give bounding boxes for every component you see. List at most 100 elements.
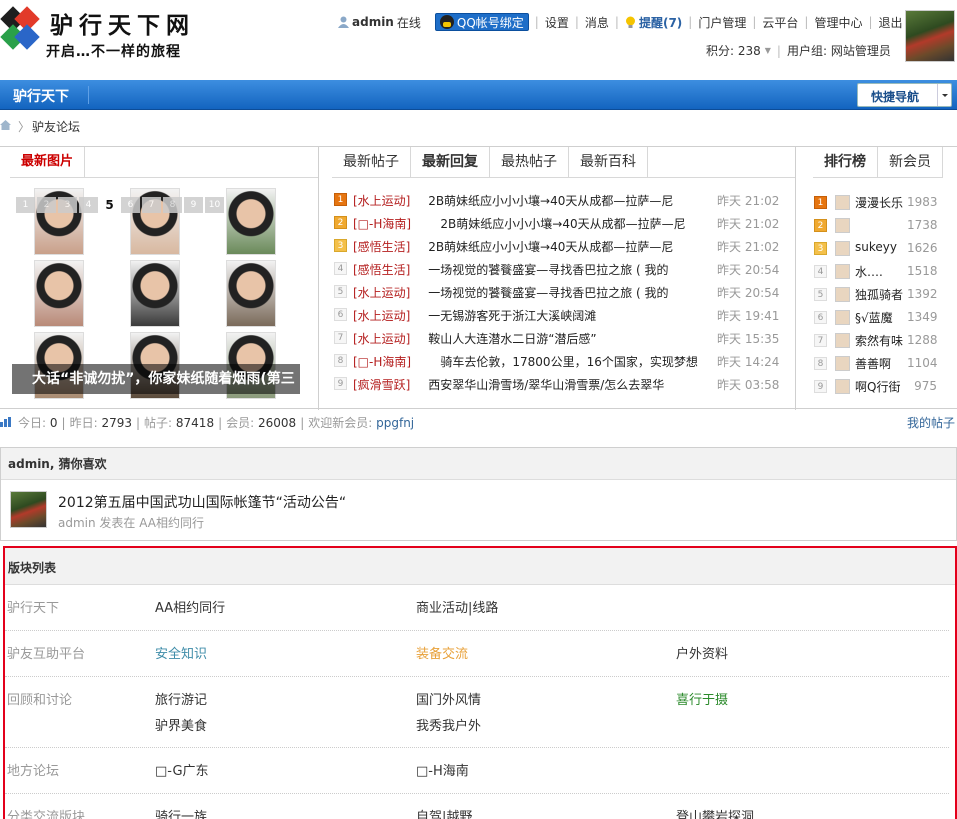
newest-member-link[interactable]: ppgfnj bbox=[376, 416, 414, 430]
tab-thread-2[interactable]: 最热帖子 bbox=[490, 147, 569, 177]
breadcrumb-current[interactable]: 驴友论坛 bbox=[32, 118, 80, 135]
thread-category[interactable]: [感悟生活] bbox=[353, 261, 410, 278]
ranking-row[interactable]: 4 水…. 1518 bbox=[814, 260, 954, 283]
home-icon[interactable] bbox=[0, 120, 11, 130]
tab-thread-0[interactable]: 最新帖子 bbox=[332, 147, 411, 177]
member-avatar[interactable] bbox=[835, 241, 850, 256]
thread-row[interactable]: 1 [水上运动] 2B萌妹纸应小小小壤→40天从成都—拉萨—尼 昨天 21:02 bbox=[334, 189, 784, 212]
pager-item[interactable]: 5 bbox=[100, 197, 119, 213]
member-avatar[interactable] bbox=[835, 218, 850, 233]
tab-ranking[interactable]: 排行榜 bbox=[813, 147, 878, 177]
member-name[interactable]: 水…. bbox=[855, 263, 907, 280]
ranking-row[interactable]: 2 1738 bbox=[814, 214, 954, 237]
member-avatar[interactable] bbox=[835, 310, 850, 325]
pager-item[interactable]: 1 bbox=[16, 197, 35, 213]
photo-thumbnail[interactable] bbox=[226, 260, 276, 327]
tab-latest-pictures[interactable]: 最新图片 bbox=[10, 147, 86, 177]
tab-new-members[interactable]: 新会员 bbox=[878, 147, 943, 177]
pager-item[interactable]: 9 bbox=[184, 197, 203, 213]
quick-nav-button[interactable]: 快捷导航 bbox=[857, 83, 952, 107]
portal-admin-link[interactable]: 门户管理 bbox=[698, 14, 746, 31]
member-name[interactable]: 啊Q行街 bbox=[855, 378, 907, 395]
forum-link[interactable]: 装备交流 bbox=[416, 643, 468, 662]
member-name[interactable]: 索然有味 bbox=[855, 332, 907, 349]
thread-category[interactable]: [水上运动] bbox=[353, 330, 410, 347]
forum-link[interactable]: 驴界美食 bbox=[155, 715, 207, 734]
thread-category[interactable]: [□-H海南] bbox=[353, 353, 411, 370]
my-posts-link[interactable]: 我的帖子 bbox=[907, 414, 955, 431]
pager-item[interactable]: 10 bbox=[205, 197, 224, 213]
forum-category-name[interactable]: 地方论坛 bbox=[7, 760, 59, 779]
forum-category-name[interactable]: 驴行天下 bbox=[7, 597, 59, 616]
member-avatar[interactable] bbox=[835, 356, 850, 371]
member-avatar[interactable] bbox=[835, 287, 850, 302]
member-avatar[interactable] bbox=[835, 195, 850, 210]
forum-link[interactable]: 国门外风情 bbox=[416, 689, 481, 708]
photo-thumbnail[interactable] bbox=[226, 188, 276, 255]
pager-item[interactable]: 3 bbox=[58, 197, 77, 213]
member-name[interactable]: 独孤骑者 bbox=[855, 286, 907, 303]
photo-thumbnail[interactable] bbox=[130, 260, 180, 327]
thread-row[interactable]: 5 [水上运动] 一场视觉的饕餮盛宴—寻找香巴拉之旅 ( 我的 昨天 20:54 bbox=[334, 281, 784, 304]
thread-row[interactable]: 3 [感悟生活] 2B萌妹纸应小小小壤→40天从成都—拉萨—尼 昨天 21:02 bbox=[334, 235, 784, 258]
tab-thread-3[interactable]: 最新百科 bbox=[569, 147, 648, 177]
forum-category-name[interactable]: 分类交流版块 bbox=[7, 806, 85, 819]
messages-link[interactable]: 消息 bbox=[585, 14, 609, 31]
forum-link[interactable]: 安全知识 bbox=[155, 643, 207, 662]
ranking-row[interactable]: 3 sukeyy 1626 bbox=[814, 237, 954, 260]
forum-link[interactable]: 我秀我户外 bbox=[416, 715, 481, 734]
forum-link[interactable]: 旅行游记 bbox=[155, 689, 207, 708]
thread-row[interactable]: 9 [疯滑雪跃] 西安翠华山滑雪场/翠华山滑雪票/怎么去翠华 昨天 03:58 bbox=[334, 373, 784, 396]
user-avatar[interactable] bbox=[905, 10, 955, 62]
thread-category[interactable]: [□-H海南] bbox=[353, 215, 411, 232]
forum-category-name[interactable]: 回顾和讨论 bbox=[7, 689, 72, 708]
username-link[interactable]: admin bbox=[352, 15, 394, 29]
ranking-row[interactable]: 1 漫漫长乐 1983 bbox=[814, 191, 954, 214]
thread-title[interactable]: 鞍山人大连潜水二日游“潜后感” bbox=[428, 330, 713, 347]
usergroup-link[interactable]: 用户组: 网站管理员 bbox=[787, 42, 891, 59]
thread-category[interactable]: [水上运动] bbox=[353, 192, 410, 209]
thread-category[interactable]: [感悟生活] bbox=[353, 238, 410, 255]
forum-link[interactable]: □-H海南 bbox=[416, 760, 469, 779]
thread-title[interactable]: 西安翠华山滑雪场/翠华山滑雪票/怎么去翠华 bbox=[428, 376, 713, 393]
forum-link[interactable]: AA相约同行 bbox=[155, 597, 225, 616]
pager-item[interactable]: 4 bbox=[79, 197, 98, 213]
thread-row[interactable]: 2 [□-H海南] 2B萌妹纸应小小小壤→40天从成都—拉萨—尼 昨天 21:02 bbox=[334, 212, 784, 235]
admin-center-link[interactable]: 管理中心 bbox=[814, 14, 862, 31]
settings-link[interactable]: 设置 bbox=[545, 14, 569, 31]
thread-title[interactable]: 一场视觉的饕餮盛宴—寻找香巴拉之旅 ( 我的 bbox=[428, 261, 713, 278]
thread-title[interactable]: 2B萌妹纸应小小小壤→40天从成都—拉萨—尼 bbox=[428, 238, 713, 255]
thread-row[interactable]: 7 [水上运动] 鞍山人大连潜水二日游“潜后感” 昨天 15:35 bbox=[334, 327, 784, 350]
site-brand[interactable]: 驴行天下网 bbox=[50, 6, 195, 40]
pager-item[interactable]: 7 bbox=[142, 197, 161, 213]
chevron-down-icon[interactable]: ▼ bbox=[765, 46, 771, 55]
member-avatar[interactable] bbox=[835, 333, 850, 348]
thread-category[interactable]: [疯滑雪跃] bbox=[353, 376, 410, 393]
thread-title[interactable]: 2B萌妹纸应小小小壤→40天从成都—拉萨—尼 bbox=[440, 215, 713, 232]
thread-title[interactable]: 一场视觉的饕餮盛宴—寻找香巴拉之旅 ( 我的 bbox=[428, 284, 713, 301]
member-avatar[interactable] bbox=[835, 379, 850, 394]
member-name[interactable]: 善善啊 bbox=[855, 355, 907, 372]
member-name[interactable]: sukeyy bbox=[855, 240, 907, 254]
recommended-thread-title[interactable]: 2012第五届中国武功山国际帐篷节“活动公告“ bbox=[58, 492, 346, 512]
thread-category[interactable]: [水上运动] bbox=[353, 284, 410, 301]
forum-link[interactable]: 商业活动|线路 bbox=[416, 597, 498, 616]
ranking-row[interactable]: 5 独孤骑者 1392 bbox=[814, 283, 954, 306]
ranking-row[interactable]: 6 §√蓝魔 1349 bbox=[814, 306, 954, 329]
site-logo-icon[interactable] bbox=[0, 6, 44, 56]
thread-row[interactable]: 8 [□-H海南] 骑车去伦敦，17800公里，16个国家，实现梦想 昨天 14:24 bbox=[334, 350, 784, 373]
photo-thumbnail[interactable] bbox=[34, 260, 84, 327]
post-author-avatar[interactable] bbox=[10, 491, 47, 528]
ranking-row[interactable]: 8 善善啊 1104 bbox=[814, 352, 954, 375]
logout-link[interactable]: 退出 bbox=[879, 14, 903, 31]
forum-link[interactable]: 户外资料 bbox=[676, 643, 728, 662]
forum-link[interactable]: 自驾|越野 bbox=[416, 806, 472, 819]
pager-item[interactable]: 2 bbox=[37, 197, 56, 213]
tab-thread-1[interactable]: 最新回复 bbox=[411, 147, 490, 177]
picture-caption[interactable]: 大话“非诚勿扰”，你家妹纸随着烟雨(第三 bbox=[12, 364, 300, 394]
forum-link[interactable]: 骑行一族 bbox=[155, 806, 207, 819]
points-dropdown[interactable]: 积分: 238 bbox=[706, 42, 761, 59]
pager-item[interactable]: 8 bbox=[163, 197, 182, 213]
qq-bind-button[interactable]: QQ帐号绑定 bbox=[434, 13, 529, 31]
forum-link[interactable]: 喜行于摄 bbox=[676, 689, 728, 708]
